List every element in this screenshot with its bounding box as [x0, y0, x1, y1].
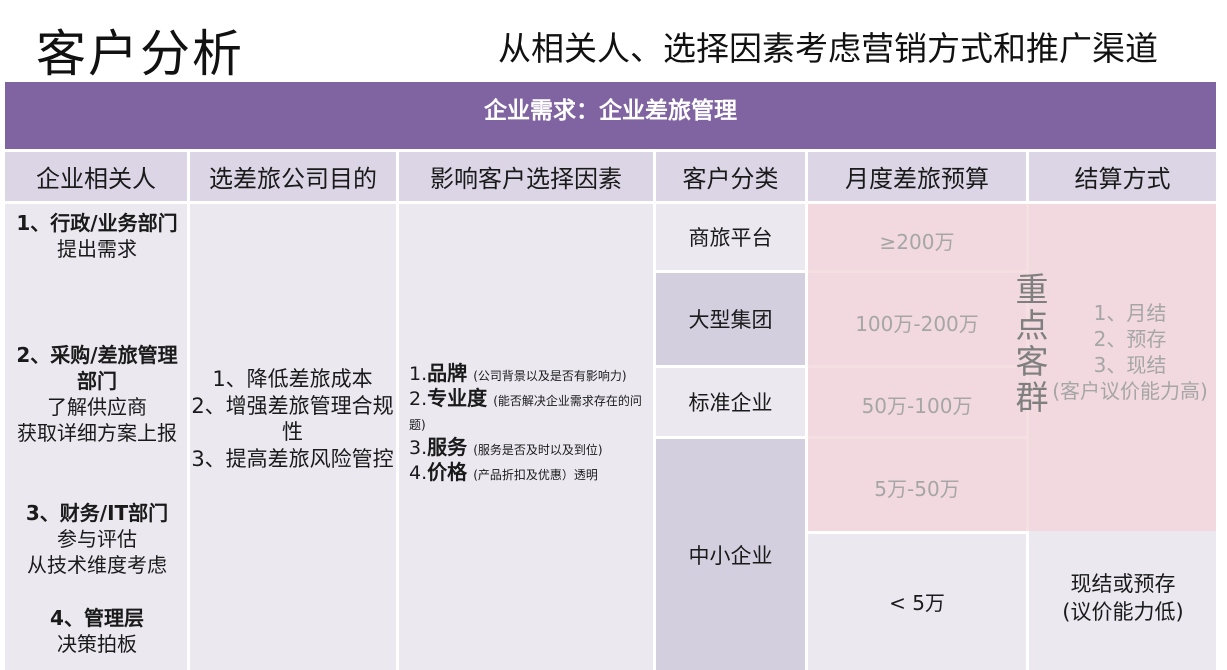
settlement-line: 现结或预存 [1070, 572, 1176, 596]
stakeholder-item: 2、采购/差旅管理部门 了解供应商 获取详细方案上报 [8, 342, 186, 446]
stakeholder-title: 2、采购/差旅管理部门 [16, 343, 178, 393]
factor-name: 品牌 [427, 361, 468, 385]
column-header-category: 客户分类 [656, 152, 805, 201]
factor-number: 3. [409, 437, 428, 459]
factor-item: 3.服务 (服务是否及时以及到位) [409, 436, 649, 461]
stakeholder-line: 了解供应商 [47, 395, 147, 419]
column-header-settlement: 结算方式 [1029, 152, 1216, 201]
settlement-line: 2、预存 [1093, 327, 1167, 351]
stakeholder-title: 3、财务/IT部门 [25, 501, 169, 525]
page-title: 客户分析 [36, 25, 244, 83]
stakeholder-line: 获取详细方案上报 [17, 421, 177, 445]
purpose-item: 2、增强差旅管理合规性 [191, 393, 394, 445]
factor-name: 专业度 [427, 386, 488, 410]
factor-note: (服务是否及时以及到位) [473, 443, 603, 457]
stakeholder-line: 决策拍板 [57, 632, 137, 656]
factor-item: 2.专业度 (能否解决企业需求存在的问题) [409, 387, 649, 436]
stakeholder-item: 1、行政/业务部门 提出需求 [8, 210, 186, 262]
banner-text: 企业需求：企业差旅管理 [484, 98, 737, 124]
factor-name: 服务 [427, 435, 468, 459]
purpose-item: 1、降低差旅成本 [212, 367, 373, 391]
stakeholder-item: 4、管理层 决策拍板 [8, 605, 186, 657]
settlement-line: (客户议价能力高) [1052, 379, 1208, 403]
requirement-banner: 企业需求：企业差旅管理 [5, 82, 1216, 149]
stakeholder-line: 参与评估 [57, 527, 137, 551]
settlement-large: 1、月结 2、预存 3、现结 (客户议价能力高) [1050, 300, 1210, 404]
key-customer-label: 重点客群 [1015, 270, 1049, 417]
column-header-stakeholders: 企业相关人 [5, 152, 187, 201]
factor-item: 4.价格 (产品折扣及优惠）透明 [409, 461, 649, 486]
factor-name: 价格 [427, 460, 468, 484]
purpose-item: 3、提高差旅风险管控 [191, 446, 394, 471]
factor-number: 4. [409, 462, 428, 484]
budget-value: ≥200万 [879, 230, 955, 254]
settlement-line: 3、现结 [1093, 353, 1167, 377]
stakeholder-title: 1、行政/业务部门 [16, 211, 178, 235]
budget-value: 5万-50万 [874, 477, 960, 501]
settlement-line: (议价能力低) [1062, 600, 1184, 624]
column-header-purpose: 选差旅公司目的 [190, 152, 396, 201]
category-cell: 标准企业 [656, 368, 805, 436]
factor-item: 1.品牌 (公司背景以及是否有影响力) [409, 362, 649, 387]
factor-number: 1. [409, 363, 428, 385]
budget-value: 100万-200万 [855, 312, 979, 336]
factor-note: (产品折扣及优惠）透明 [473, 468, 598, 482]
settlement-line: 1、月结 [1093, 301, 1167, 325]
stakeholder-line: 从技术维度考虑 [27, 553, 167, 577]
category-cell: 大型集团 [656, 273, 805, 365]
stakeholder-item: 3、财务/IT部门 参与评估 从技术维度考虑 [8, 500, 186, 578]
factor-list: 1.品牌 (公司背景以及是否有影响力) 2.专业度 (能否解决企业需求存在的问题… [409, 362, 649, 486]
settlement-small: 现结或预存 (议价能力低) [1030, 570, 1216, 626]
category-cell: 商旅平台 [656, 204, 805, 270]
category-cell: 中小企业 [656, 439, 805, 670]
column-header-budget: 月度差旅预算 [808, 152, 1026, 201]
budget-value: 50万-100万 [861, 394, 973, 418]
column-header-factors: 影响客户选择因素 [399, 152, 653, 201]
stakeholder-title: 4、管理层 [50, 606, 144, 630]
budget-value: < 5万 [889, 591, 945, 615]
factor-number: 2. [409, 388, 428, 410]
purpose-list: 1、降低差旅成本 2、增强差旅管理合规性 3、提高差旅风险管控 [190, 366, 395, 472]
stakeholder-line: 提出需求 [57, 237, 137, 261]
page-subtitle: 从相关人、选择因素考虑营销方式和推广渠道 [498, 29, 1158, 68]
factor-note: (公司背景以及是否有影响力) [473, 369, 627, 383]
